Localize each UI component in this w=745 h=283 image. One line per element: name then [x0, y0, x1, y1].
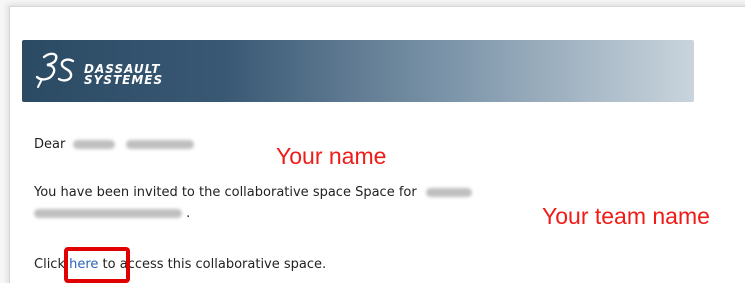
redacted-team-name-part1 [425, 188, 472, 197]
click-suffix: o access this collaborative space. [107, 257, 327, 272]
here-link-highlight-box [64, 247, 130, 283]
annotation-your-name: Your name [276, 143, 387, 169]
invite-text: You have been invited to the collaborati… [34, 185, 417, 200]
annotation-your-team-name: Your team name [542, 203, 710, 229]
dassault-systemes-logo: DASSAULT SYSTEMES [34, 49, 234, 93]
salutation-label: Dear [34, 137, 66, 152]
salutation-line: Dear [34, 137, 194, 152]
redacted-team-name-part2 [34, 209, 182, 218]
click-prefix: Clic [34, 257, 58, 272]
team-line: . [34, 206, 190, 221]
invite-line: You have been invited to the collaborati… [34, 185, 472, 200]
team-line-period: . [186, 206, 191, 221]
email-screenshot: DASSAULT SYSTEMES Dear Your name You hav… [0, 0, 745, 283]
redacted-first-name [73, 140, 116, 149]
3ds-logo-icon [35, 52, 75, 88]
redacted-last-name [125, 140, 194, 149]
email-banner: DASSAULT SYSTEMES [22, 40, 694, 102]
logo-text-line2: SYSTEMES [84, 73, 164, 87]
